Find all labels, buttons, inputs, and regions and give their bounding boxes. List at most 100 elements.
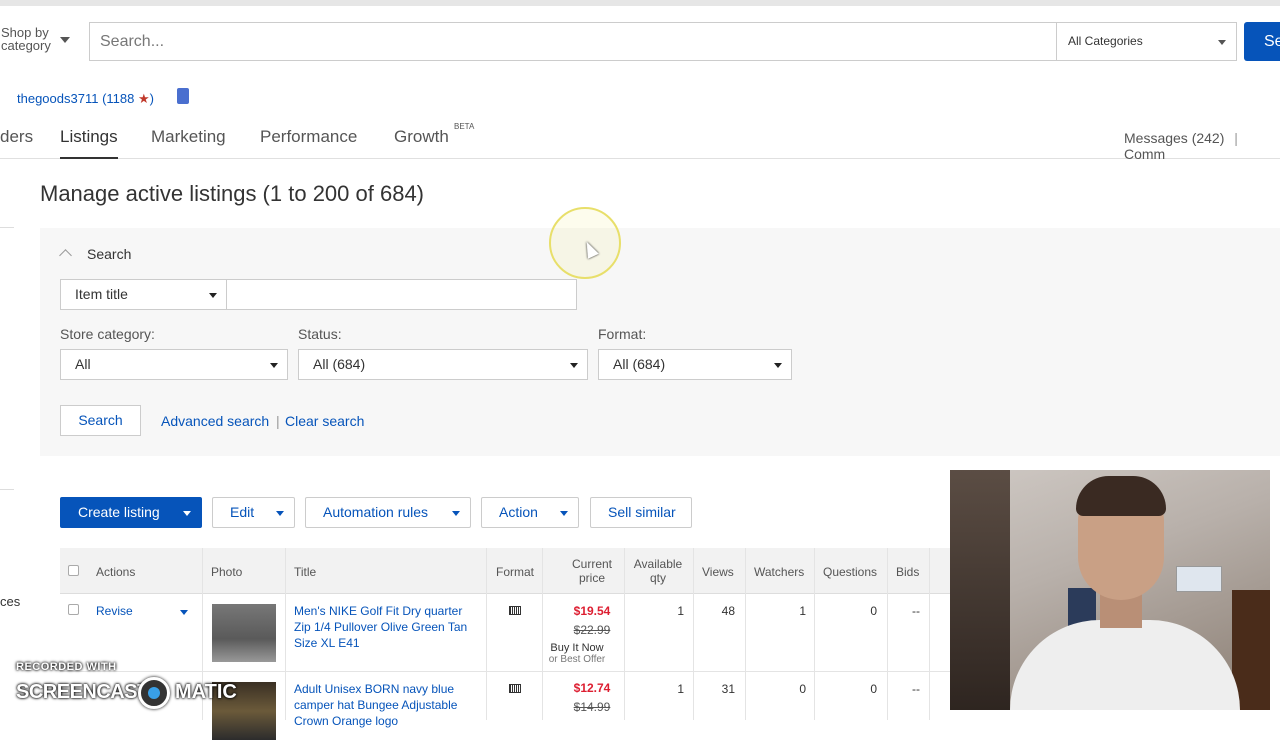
caret-down-icon — [209, 293, 217, 298]
header-available-qty-line2: qty — [649, 571, 666, 585]
buy-it-now-label: Buy It Now or Best Offer — [544, 642, 610, 666]
header-photo: Photo — [211, 565, 243, 579]
search-field-select-value: Item title — [75, 286, 128, 302]
automation-rules-button[interactable]: Automation rules — [305, 497, 471, 528]
header-available-qty-line1: Available — [633, 557, 683, 571]
tab-performance[interactable]: Performance — [260, 127, 357, 147]
clear-search-link[interactable]: Clear search — [285, 413, 364, 429]
status-value: All (684) — [313, 356, 366, 372]
header-current-price[interactable]: Current price — [554, 557, 630, 585]
star-icon: ★ — [138, 91, 150, 106]
search-filter-panel: Search Item title Store category: All St… — [40, 228, 1280, 456]
item-search-input[interactable] — [226, 279, 577, 310]
seller-badge-icon[interactable] — [177, 88, 189, 104]
create-listing-button[interactable]: Create listing — [60, 497, 202, 528]
header-actions: Actions — [96, 565, 136, 579]
tab-marketing[interactable]: Marketing — [151, 127, 226, 147]
header-bids[interactable]: Bids — [896, 565, 919, 579]
header-watchers[interactable]: Watchers — [754, 565, 804, 579]
search-button[interactable]: Search — [60, 405, 141, 436]
caret-down-icon[interactable] — [183, 511, 191, 516]
edit-label: Edit — [230, 504, 255, 520]
buy-it-now-text: Buy It Now — [550, 642, 604, 654]
header-format[interactable]: Format — [496, 565, 534, 579]
action-label: Action — [499, 504, 538, 520]
bids-count: -- — [912, 682, 920, 696]
caret-down-icon — [60, 37, 70, 43]
caret-down-icon — [560, 511, 568, 516]
nav-separator: | — [1234, 130, 1238, 146]
format-select[interactable]: All (684) — [598, 349, 792, 380]
bids-count: -- — [912, 604, 920, 618]
search-field-select[interactable]: Item title — [60, 279, 227, 310]
format-value: All (684) — [613, 356, 666, 372]
store-category-label: Store category: — [60, 326, 155, 342]
edit-button[interactable]: Edit — [212, 497, 295, 528]
presenter-hair — [1076, 476, 1166, 516]
global-search-button[interactable]: Se — [1244, 22, 1280, 61]
header-views[interactable]: Views — [702, 565, 734, 579]
header-available-qty[interactable]: Available qty — [628, 557, 688, 585]
table-header: Actions Photo Title Format Current price… — [60, 548, 950, 594]
search-panel-toggle[interactable]: Search — [87, 246, 131, 262]
item-title-link[interactable]: Adult Unisex BORN navy blue camper hat B… — [294, 681, 479, 729]
questions-count: 0 — [870, 604, 877, 618]
item-title-link[interactable]: Men's NIKE Golf Fit Dry quarter Zip 1/4 … — [294, 603, 479, 651]
store-category-select[interactable]: All — [60, 349, 288, 380]
questions-count: 0 — [870, 682, 877, 696]
original-price: $22.99 — [573, 623, 611, 637]
category-select[interactable]: All Categories — [1056, 22, 1237, 61]
current-price: $12.74 — [573, 681, 611, 695]
action-button[interactable]: Action — [481, 497, 579, 528]
webcam-background — [950, 470, 1010, 710]
webcam-overlay — [950, 470, 1270, 710]
select-all-checkbox[interactable] — [68, 565, 79, 576]
original-price: $14.99 — [573, 700, 611, 714]
caret-down-icon — [452, 511, 460, 516]
presenter-body — [1010, 620, 1240, 710]
seller-feedback-open[interactable]: (1188 — [102, 91, 134, 106]
left-nav-fragment[interactable]: ces — [0, 594, 20, 609]
category-select-value: All Categories — [1068, 34, 1143, 48]
chevron-up-icon[interactable] — [59, 249, 72, 262]
header-current-price-line2: price — [578, 571, 605, 585]
shop-by-line2: category — [1, 38, 51, 53]
advanced-search-link[interactable]: Advanced search — [161, 413, 269, 429]
caret-down-icon — [774, 363, 782, 368]
row-checkbox[interactable] — [68, 604, 79, 615]
sell-similar-button[interactable]: Sell similar — [590, 497, 692, 528]
header-title[interactable]: Title — [294, 565, 316, 579]
best-offer-text: or Best Offer — [548, 654, 606, 665]
seller-hub-nav: ders Listings Marketing Performance Grow… — [0, 118, 1280, 162]
format-label: Format: — [598, 326, 647, 342]
automation-rules-label: Automation rules — [323, 504, 429, 520]
seller-info: thegoods3711 (1188 ★) — [17, 91, 154, 107]
item-photo[interactable] — [212, 604, 276, 662]
watermark-matic: MATIC — [175, 681, 237, 703]
tab-listings[interactable]: Listings — [60, 127, 118, 159]
status-select[interactable]: All (684) — [298, 349, 588, 380]
caret-down-icon — [270, 363, 278, 368]
left-divider — [0, 489, 14, 490]
caret-down-icon — [570, 363, 578, 368]
messages-label[interactable]: Messages (242) — [1124, 130, 1224, 146]
page-title: Manage active listings (1 to 200 of 684) — [40, 181, 425, 206]
revise-link[interactable]: Revise — [96, 604, 133, 618]
header-questions[interactable]: Questions — [823, 565, 877, 579]
current-price: $19.54 — [573, 604, 611, 618]
link-separator: | — [276, 413, 280, 429]
seller-name-link[interactable]: thegoods3711 — [17, 91, 98, 106]
tab-orders[interactable]: ders — [0, 127, 33, 147]
tab-growth[interactable]: Growth — [394, 127, 449, 147]
store-category-value: All — [75, 356, 91, 372]
header-current-price-line1: Current — [571, 557, 612, 571]
shop-by-category-button[interactable]: Shop by category — [1, 26, 51, 52]
views-count: 48 — [721, 604, 735, 618]
views-count: 31 — [721, 682, 735, 696]
messages-link[interactable]: Messages (242) | Comm — [1124, 130, 1280, 162]
table-row: Revise Men's NIKE Golf Fit Dry quarter Z… — [60, 594, 950, 672]
status-label: Status: — [298, 326, 342, 342]
caret-down-icon[interactable] — [180, 610, 188, 615]
global-search-input[interactable]: Search... — [89, 22, 1057, 61]
community-link[interactable]: Comm — [1124, 146, 1165, 162]
